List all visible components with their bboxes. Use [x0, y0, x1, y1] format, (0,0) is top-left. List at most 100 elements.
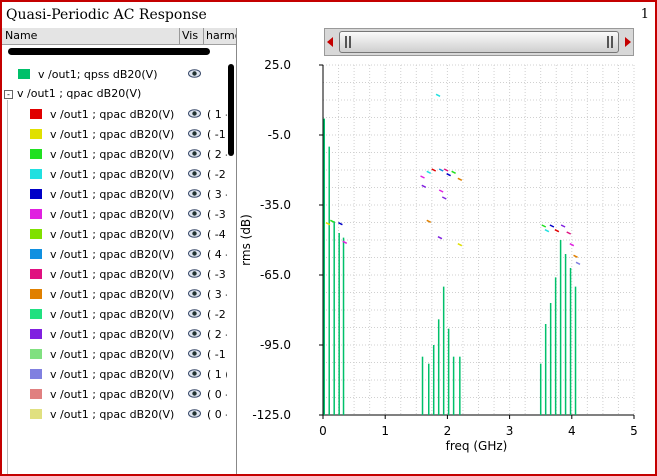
harmonic-marker [426, 219, 432, 224]
harmonic-marker [437, 235, 443, 240]
harmonic-value: ( 3 - [207, 288, 227, 301]
harmonic-value: ( -3 [207, 268, 226, 281]
zoom-scrollbar[interactable] [324, 28, 634, 56]
trace-color-swatch [30, 409, 42, 419]
visibility-eye-icon[interactable] [188, 289, 201, 298]
y-axis-label: rms (dB) [239, 214, 253, 266]
x-axis-label: freq (GHz) [446, 439, 508, 453]
trace-label: v /out1 ; qpac dB20(V) [50, 168, 175, 181]
trace-color-swatch [30, 109, 42, 119]
trace-item[interactable]: v /out1 ; qpac dB20(V) ( 4 - [2, 245, 236, 265]
trace-color-swatch [30, 369, 42, 379]
harmonic-value: ( -2 [207, 308, 226, 321]
collapse-icon[interactable]: - [4, 90, 13, 99]
harmonic-marker [566, 231, 572, 235]
visibility-eye-icon[interactable] [188, 209, 201, 218]
y-tick-label: -125.0 [252, 408, 291, 422]
visibility-eye-icon[interactable] [188, 349, 201, 358]
harmonic-marker [457, 177, 463, 182]
trace-item[interactable]: v /out1 ; qpac dB20(V) ( -4 [2, 225, 236, 245]
harmonic-marker [569, 242, 575, 247]
visibility-eye-icon[interactable] [188, 69, 201, 78]
harmonic-value: ( 1 - [207, 108, 227, 121]
trace-item[interactable]: v /out1 ; qpac dB20(V) ( 1 ( [2, 365, 236, 385]
trace-item[interactable]: v /out1 ; qpac dB20(V) ( 3 - [2, 185, 236, 205]
column-vis[interactable]: Vis [182, 29, 198, 42]
visibility-eye-icon[interactable] [188, 269, 201, 278]
trace-item[interactable]: v /out1 ; qpac dB20(V) ( -2 [2, 305, 236, 325]
trace-group[interactable]: -v /out1 ; qpac dB20(V) [4, 84, 234, 104]
trace-label: v /out1 ; qpac dB20(V) [50, 188, 175, 201]
visibility-eye-icon[interactable] [188, 169, 201, 178]
trace-color-swatch [30, 209, 42, 219]
harmonic-marker [541, 224, 547, 228]
visibility-eye-icon[interactable] [188, 389, 201, 398]
trace-color-swatch [30, 389, 42, 399]
trace-item[interactable]: v /out1 ; qpac dB20(V) ( 3 - [2, 285, 236, 305]
scroll-right-icon[interactable] [625, 37, 631, 47]
harmonic-marker [554, 228, 560, 233]
visibility-eye-icon[interactable] [188, 329, 201, 338]
trace-color-swatch [30, 189, 42, 199]
trace-item[interactable]: v /out1 ; qpac dB20(V) ( 2 - [2, 325, 236, 345]
column-name[interactable]: Name [5, 29, 37, 42]
trace-browser-panel: Name Vis harmo v /out1; qpss dB20(V)-v /… [2, 28, 237, 474]
harmonic-marker [438, 189, 444, 193]
trace-item[interactable]: v /out1 ; qpac dB20(V) ( -1 [2, 125, 236, 145]
trace-item[interactable]: v /out1 ; qpac dB20(V) ( -3 [2, 265, 236, 285]
harmonic-marker [443, 168, 449, 172]
x-tick-label: 3 [506, 424, 514, 438]
trace-color-swatch [30, 349, 42, 359]
trace-item[interactable]: v /out1 ; qpac dB20(V) ( -3 [2, 205, 236, 225]
visibility-eye-icon[interactable] [188, 409, 201, 418]
trace-label: v /out1 ; qpac dB20(V) [50, 208, 175, 221]
x-tick-label: 0 [319, 424, 327, 438]
harmonic-marker [575, 261, 581, 266]
harmonic-marker [560, 224, 566, 228]
visibility-eye-icon[interactable] [188, 129, 201, 138]
column-header: Name Vis harmo [2, 28, 236, 45]
scroll-left-icon[interactable] [327, 37, 333, 47]
harmonic-marker [446, 172, 451, 177]
trace-item[interactable]: v /out1 ; qpac dB20(V) ( 1 - [2, 105, 236, 125]
trace-label: v /out1 ; qpac dB20(V) [50, 108, 175, 121]
trace-label: v /out1 ; qpac dB20(V) [50, 348, 175, 361]
harmonic-value: ( 3 - [207, 188, 227, 201]
y-tick-label: 25.0 [264, 58, 291, 72]
visibility-eye-icon[interactable] [188, 369, 201, 378]
harmonic-marker [451, 170, 456, 175]
x-tick-label: 2 [444, 424, 452, 438]
harmonic-value: ( 1 ( [207, 368, 227, 381]
trace-item[interactable]: v /out1 ; qpac dB20(V) ( -2 [2, 165, 236, 185]
harmonic-marker [441, 196, 447, 200]
harmonic-value: ( -1 [207, 128, 226, 141]
trace-item[interactable]: v /out1 ; qpac dB20(V) ( 2 - [2, 145, 236, 165]
trace-label: v /out1; qpss dB20(V) [38, 68, 158, 81]
visibility-eye-icon[interactable] [188, 149, 201, 158]
page-number: 1 [640, 7, 649, 22]
visibility-eye-icon[interactable] [188, 309, 201, 318]
x-tick-label: 1 [381, 424, 389, 438]
trace-item[interactable]: v /out1 ; qpac dB20(V) ( -1 [2, 345, 236, 365]
visibility-eye-icon[interactable] [188, 109, 201, 118]
visibility-eye-icon[interactable] [188, 249, 201, 258]
harmonic-value: ( 4 - [207, 248, 227, 261]
trace-color-swatch [18, 69, 30, 79]
trace-item[interactable]: v /out1 ; qpac dB20(V) ( 0 - [2, 405, 236, 425]
trace-item[interactable]: v /out1 ; qpac dB20(V) ( 0 - [2, 385, 236, 405]
column-harmonic[interactable]: harmo [206, 29, 236, 42]
visibility-eye-icon[interactable] [188, 189, 201, 198]
visibility-eye-icon[interactable] [188, 229, 201, 238]
harmonic-value: ( -2 [207, 168, 226, 181]
trace-item[interactable]: v /out1; qpss dB20(V) [2, 65, 236, 85]
trace-color-swatch [30, 269, 42, 279]
zoom-thumb[interactable] [339, 31, 619, 53]
y-tick-label: -35.0 [260, 198, 291, 212]
window-title: Quasi-Periodic AC Response [6, 7, 207, 23]
horizontal-scrollbar[interactable] [8, 48, 210, 55]
trace-label: v /out1 ; qpac dB20(V) [17, 87, 142, 100]
harmonic-value: ( 2 - [207, 328, 227, 341]
harmonic-value: ( 2 - [207, 148, 227, 161]
trace-label: v /out1 ; qpac dB20(V) [50, 328, 175, 341]
trace-color-swatch [30, 229, 42, 239]
